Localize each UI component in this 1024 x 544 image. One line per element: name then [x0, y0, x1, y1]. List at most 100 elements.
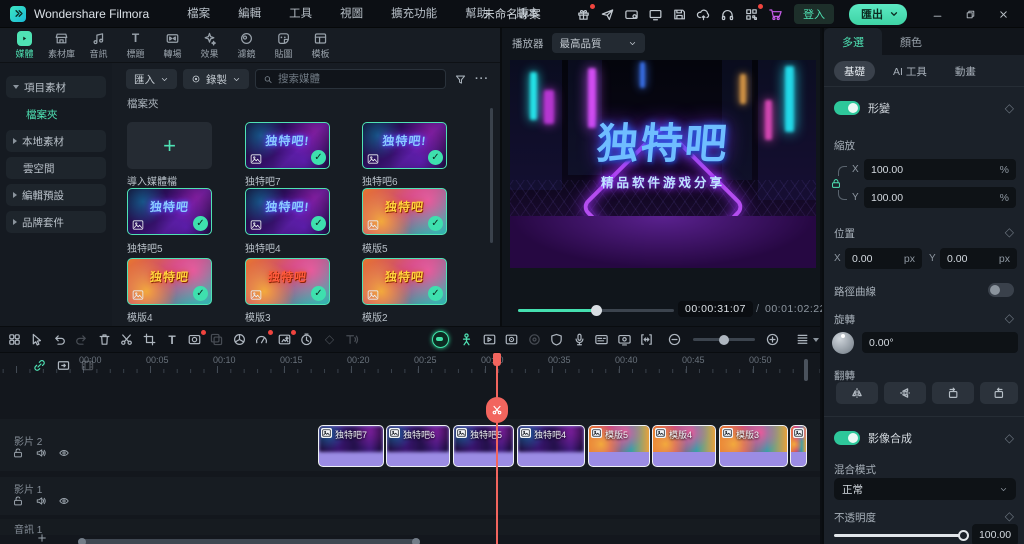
- position-x-field[interactable]: 0.00px: [845, 248, 922, 269]
- timeline-clip[interactable]: 独特吧6: [386, 425, 450, 467]
- media-thumbnail[interactable]: 独特吧✓: [127, 258, 212, 305]
- blend-mode-select[interactable]: 正常: [834, 478, 1016, 500]
- quality-select[interactable]: 最高品質: [552, 33, 645, 53]
- track-mute-icon[interactable]: [35, 495, 47, 507]
- video-preview[interactable]: 独特吧 精品软件游戏分享: [510, 60, 816, 268]
- share-icon[interactable]: [599, 6, 616, 23]
- keyframe-icon[interactable]: ◇: [1005, 226, 1014, 238]
- tab-stickers[interactable]: 貼圖: [265, 28, 302, 63]
- split-icon[interactable]: [119, 332, 135, 348]
- link-clips-icon[interactable]: [32, 358, 47, 373]
- zoom-in-icon[interactable]: [765, 332, 781, 348]
- flip-vertical-button[interactable]: [884, 382, 926, 404]
- timeline-zoom-slider[interactable]: [693, 338, 755, 341]
- media-browser-icon[interactable]: [7, 332, 23, 348]
- keyframe-icon[interactable]: ◇: [1005, 510, 1014, 522]
- compositing-toggle[interactable]: [834, 431, 860, 445]
- voiceover-icon[interactable]: [572, 332, 588, 348]
- mask-icon[interactable]: [187, 332, 203, 348]
- media-thumbnail[interactable]: 独特吧!✓: [245, 188, 330, 235]
- timeline-clip[interactable]: 独特吧4: [517, 425, 585, 467]
- playhead-handle[interactable]: [493, 353, 501, 366]
- import-button[interactable]: 匯入: [126, 69, 177, 89]
- tab-transitions[interactable]: 轉場: [154, 28, 191, 63]
- cloud-upload-icon[interactable]: [695, 6, 712, 23]
- render-preview-icon[interactable]: [482, 332, 498, 348]
- sidebar-item-project-media[interactable]: 項目素材: [6, 76, 106, 98]
- timeline-clip[interactable]: 独特吧7: [318, 425, 384, 467]
- redo-icon[interactable]: [74, 332, 90, 348]
- menu-tools[interactable]: 工具: [275, 0, 326, 28]
- add-track-icon[interactable]: [36, 532, 50, 544]
- minimize-button[interactable]: [924, 0, 950, 28]
- login-button[interactable]: 登入: [794, 4, 834, 24]
- text-to-speech-icon[interactable]: [344, 332, 360, 348]
- screencast-icon[interactable]: [617, 332, 633, 348]
- motion-body-icon[interactable]: [459, 332, 475, 348]
- text-tool-icon[interactable]: T: [164, 332, 180, 348]
- timeline-vscrollbar[interactable]: [804, 359, 808, 381]
- film-icon[interactable]: [80, 358, 95, 373]
- search-input[interactable]: [278, 73, 438, 85]
- playhead[interactable]: [496, 353, 498, 544]
- save-icon[interactable]: [671, 6, 688, 23]
- media-thumbnail[interactable]: 独特吧✓: [127, 188, 212, 235]
- timeline-clip[interactable]: 模版5: [588, 425, 650, 467]
- scale-y-field[interactable]: 100.00%: [864, 187, 1016, 208]
- shield-icon[interactable]: [549, 332, 565, 348]
- media-thumbnail[interactable]: 独特吧!✓: [362, 122, 447, 169]
- menu-edit[interactable]: 編輯: [224, 0, 275, 28]
- caret-down-icon[interactable]: [813, 338, 819, 342]
- subtab-animation[interactable]: 動畫: [945, 61, 986, 81]
- tab-multiselect[interactable]: 多選: [824, 28, 882, 55]
- seek-handle[interactable]: [591, 305, 602, 316]
- record-button[interactable]: 錄製: [183, 69, 249, 89]
- split-playhead-icon[interactable]: [486, 397, 508, 423]
- timeline-clip[interactable]: 模版4: [652, 425, 716, 467]
- menu-view[interactable]: 視圖: [326, 0, 377, 28]
- timeline-clip[interactable]: 模版3: [719, 425, 788, 467]
- auto-ripple-icon[interactable]: [56, 358, 71, 373]
- sidebar-item-brand-kit[interactable]: 品牌套件: [6, 211, 106, 233]
- scale-x-field[interactable]: 100.00%: [864, 159, 1016, 180]
- license-icon[interactable]: [623, 6, 640, 23]
- display-icon[interactable]: [647, 6, 664, 23]
- tab-stock[interactable]: 素材庫: [43, 28, 80, 63]
- media-thumbnail[interactable]: 独特吧!✓: [245, 122, 330, 169]
- crop-icon[interactable]: [142, 332, 158, 348]
- tab-media[interactable]: 媒體: [6, 28, 43, 63]
- close-button[interactable]: [990, 0, 1016, 28]
- speed-icon[interactable]: [254, 332, 270, 348]
- tab-templates[interactable]: 模板: [302, 28, 339, 63]
- subtab-basic[interactable]: 基礎: [834, 61, 875, 81]
- media-thumbnail[interactable]: 独特吧✓: [362, 258, 447, 305]
- track-height-icon[interactable]: [795, 332, 811, 348]
- track-lock-icon[interactable]: [12, 447, 24, 459]
- opacity-field[interactable]: 100.00: [972, 524, 1018, 544]
- zoom-out-icon[interactable]: [667, 332, 683, 348]
- rotate-ccw-button[interactable]: [980, 382, 1018, 404]
- keyframe-icon[interactable]: ◇: [1005, 432, 1014, 444]
- keyframe-icon[interactable]: ◇: [1005, 102, 1014, 114]
- seek-bar[interactable]: [518, 309, 674, 312]
- media-scrollbar[interactable]: [490, 108, 493, 243]
- opacity-slider[interactable]: [834, 534, 964, 537]
- tab-titles[interactable]: T標題: [117, 28, 154, 63]
- timeline-clip[interactable]: [790, 425, 807, 467]
- screen-record-icon[interactable]: [504, 332, 520, 348]
- tab-color[interactable]: 顏色: [882, 28, 940, 55]
- color-wheel-icon[interactable]: [232, 332, 248, 348]
- tab-filters[interactable]: 濾鏡: [228, 28, 265, 63]
- duration-icon[interactable]: [299, 332, 315, 348]
- time-ruler[interactable]: 00:00 00:05 00:10 00:15 00:20 00:25 00:3…: [0, 353, 820, 373]
- rotate-cw-button[interactable]: [932, 382, 974, 404]
- menu-version[interactable]: 版本: [502, 0, 553, 28]
- menu-extensions[interactable]: 擴充功能: [377, 0, 451, 28]
- group-icon[interactable]: [209, 332, 225, 348]
- import-media-tile[interactable]: +: [127, 122, 212, 169]
- position-y-field[interactable]: 0.00px: [940, 248, 1017, 269]
- filter-icon[interactable]: [452, 71, 468, 87]
- sidebar-item-edit-presets[interactable]: 編輯預設: [6, 184, 106, 206]
- select-tool-icon[interactable]: [29, 332, 45, 348]
- tab-audio[interactable]: 音訊: [80, 28, 117, 63]
